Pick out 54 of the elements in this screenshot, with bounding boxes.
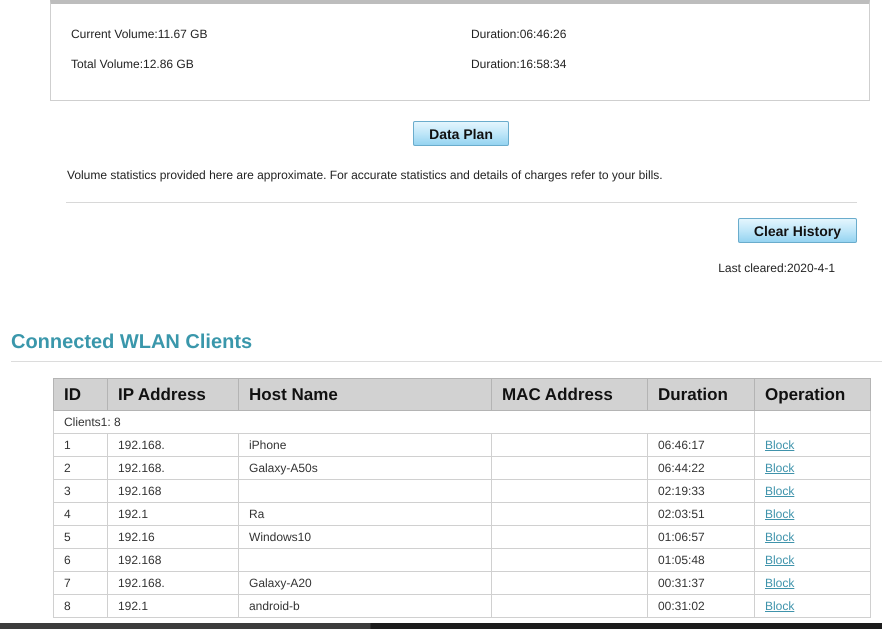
duration-label: Duration:06:46:26	[471, 26, 566, 43]
table-cell: 192.168.	[108, 456, 238, 480]
data-plan-button[interactable]: Data Plan	[413, 121, 509, 146]
volume-label: Current Volume:11.67 GB	[71, 26, 208, 43]
table-cell: 192.1	[108, 502, 238, 526]
table-cell: 192.168	[108, 548, 238, 572]
table-cell: iPhone	[238, 434, 492, 456]
block-link[interactable]: Block	[765, 530, 794, 544]
block-link[interactable]: Block	[765, 576, 794, 590]
column-header: ID	[54, 378, 108, 410]
table-cell: 02:03:51	[648, 502, 754, 526]
section-title: Connected WLAN Clients	[11, 330, 254, 354]
table-cell: Ra	[238, 502, 492, 526]
table-cell: 06:46:17	[648, 434, 754, 456]
table-cell: 00:31:37	[648, 572, 754, 594]
block-link[interactable]: Block	[765, 438, 794, 452]
table-cell: 8	[54, 594, 108, 618]
last-cleared-text: Last cleared:2020-4-1	[718, 260, 835, 277]
table-cell: 02:19:33	[648, 480, 754, 502]
clear-history-button[interactable]: Clear History	[738, 218, 857, 243]
block-link[interactable]: Block	[765, 599, 794, 613]
block-link[interactable]: Block	[765, 553, 794, 567]
table-cell: 4	[54, 502, 108, 526]
block-link[interactable]: Block	[765, 461, 794, 475]
table-cell: 192.168.	[108, 434, 238, 456]
column-header: Operation	[754, 378, 870, 410]
table-cell: 192.168.	[108, 572, 238, 594]
column-header: Duration	[648, 378, 754, 410]
column-header: MAC Address	[492, 378, 648, 410]
table-cell: 06:44:22	[648, 456, 754, 480]
clients-count-cell: Clients1: 8	[54, 410, 754, 434]
duration-label: Duration:16:58:34	[471, 56, 566, 73]
table-cell: 5	[54, 526, 108, 548]
table-cell: 6	[54, 548, 108, 572]
block-link[interactable]: Block	[765, 507, 794, 521]
info-note: Volume statistics provided here are approximate. For accurate statistics and details of charges refer to your bills.	[67, 167, 664, 184]
table-cell: 192.168	[108, 480, 238, 502]
table-cell: android-b	[238, 594, 492, 618]
table-cell: 01:05:48	[648, 548, 754, 572]
table-cell: 3	[54, 480, 108, 502]
table-cell: 00:31:02	[648, 594, 754, 618]
table-cell: Windows10	[238, 526, 492, 548]
column-header: Host Name	[238, 378, 492, 410]
column-header: IP Address	[108, 378, 238, 410]
table-cell: Galaxy-A20	[238, 572, 492, 594]
block-link[interactable]: Block	[765, 484, 794, 498]
table-cell: 192.1	[108, 594, 238, 618]
table-cell: 2	[54, 456, 108, 480]
table-cell: 1	[54, 434, 108, 456]
table-cell: Galaxy-A50s	[238, 456, 492, 480]
table-cell: 01:06:57	[648, 526, 754, 548]
volume-label: Total Volume:12.86 GB	[71, 56, 194, 73]
table-cell: 192.16	[108, 526, 238, 548]
table-cell: 7	[54, 572, 108, 594]
